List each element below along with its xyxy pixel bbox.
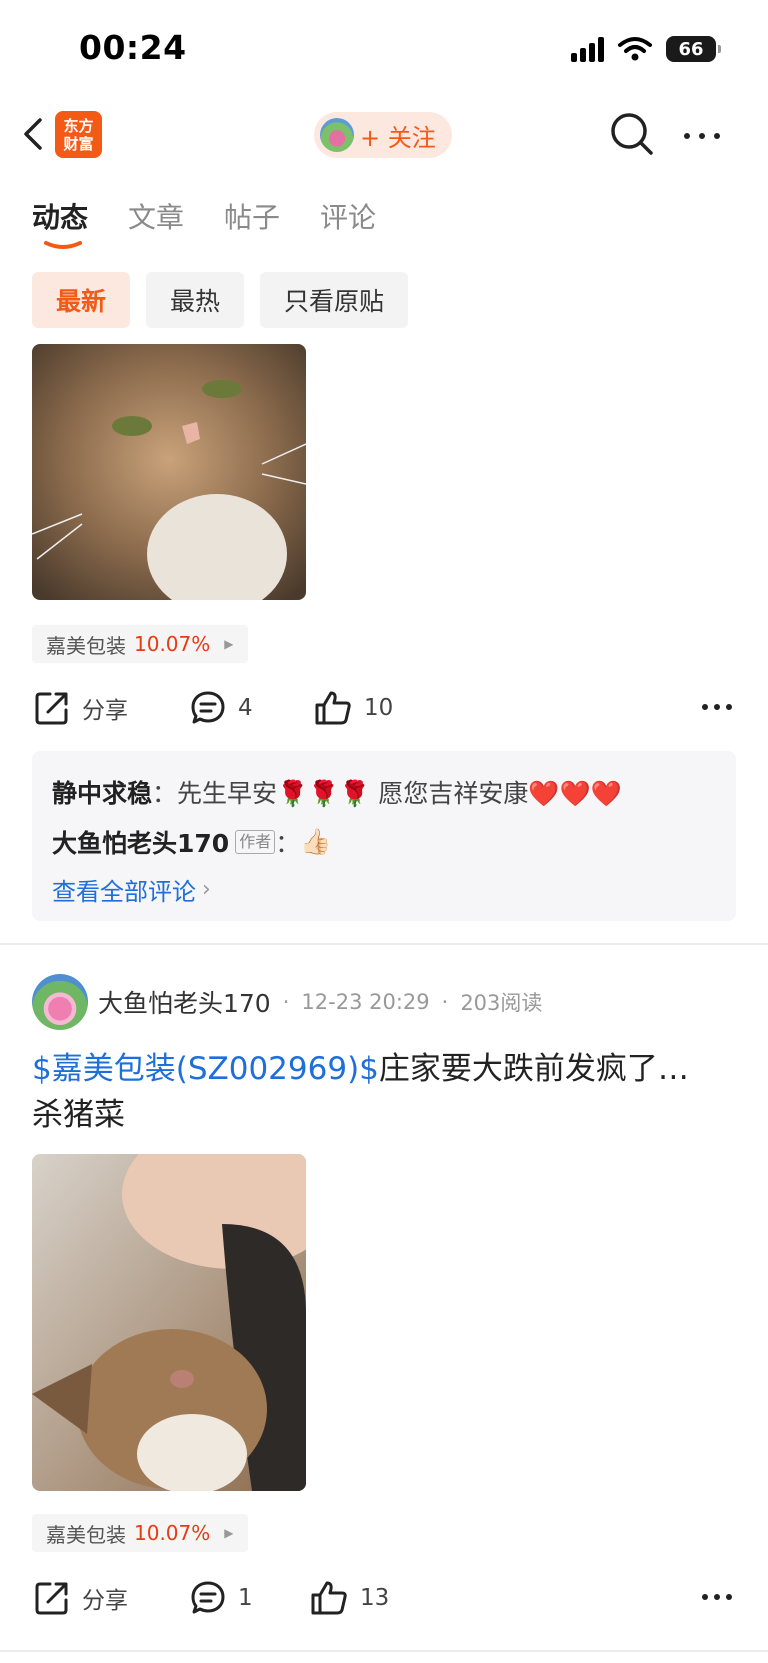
stock-change: 10.07% bbox=[134, 1521, 211, 1545]
more-options-icon[interactable] bbox=[680, 114, 724, 158]
logo-line-2: 财富 bbox=[63, 134, 94, 153]
filter-original-only[interactable]: 只看原贴 bbox=[260, 272, 409, 328]
comment-count: 1 bbox=[238, 1585, 253, 1611]
triangle-right-icon: ▶ bbox=[224, 637, 234, 651]
stock-name: 嘉美包装 bbox=[46, 633, 126, 658]
tab-label: 动态 bbox=[32, 201, 89, 234]
view-all-label: 查看全部评论 bbox=[52, 877, 196, 906]
tab-posts[interactable]: 帖子 bbox=[224, 196, 280, 256]
comment-item: 静中求稳 ： 先生早安🌹🌹🌹 愿您吉祥安康❤️❤️❤️ bbox=[52, 767, 716, 817]
post-divider bbox=[0, 943, 768, 945]
tab-comments[interactable]: 评论 bbox=[320, 196, 376, 256]
chevron-right-icon: › bbox=[202, 876, 211, 902]
post-text-line2: 杀猪菜 bbox=[32, 1097, 125, 1133]
sort-filters: 最新 最热 只看原贴 bbox=[32, 272, 409, 328]
thumbs-up-icon bbox=[315, 691, 351, 725]
status-time: 00:24 bbox=[79, 28, 187, 67]
comment-icon bbox=[191, 1581, 225, 1614]
share-icon bbox=[35, 692, 68, 725]
author-badge: 作者 bbox=[235, 830, 276, 854]
comment-button[interactable]: 4 bbox=[190, 680, 253, 736]
author-name[interactable]: 大鱼怕老头170 bbox=[98, 984, 271, 1020]
search-icon[interactable] bbox=[608, 110, 656, 158]
share-button[interactable]: 分享 bbox=[34, 1570, 128, 1626]
post-divider bbox=[0, 1650, 768, 1652]
share-button[interactable]: 分享 bbox=[34, 680, 128, 736]
status-bar: 00:24 66 bbox=[0, 0, 768, 100]
post-content[interactable]: $嘉美包装(SZ002969)$庄家要大跌前发疯了… 杀猪菜 bbox=[32, 1046, 732, 1138]
post-image-cat[interactable] bbox=[32, 344, 306, 600]
meta-separator: · bbox=[282, 990, 290, 1014]
comment-separator: ： bbox=[152, 779, 178, 808]
view-all-comments-link[interactable]: 查看全部评论 › bbox=[52, 867, 716, 911]
read-count: 203阅读 bbox=[460, 991, 543, 1015]
share-label: 分享 bbox=[82, 698, 128, 724]
comment-preview[interactable]: 静中求稳 ： 先生早安🌹🌹🌹 愿您吉祥安康❤️❤️❤️ 大鱼怕老头170 作者 … bbox=[32, 751, 736, 921]
like-button[interactable]: 10 bbox=[314, 680, 393, 736]
profile-tabs: 动态 文章 帖子 评论 bbox=[32, 196, 376, 256]
comment-text: 先生早安🌹🌹🌹 愿您吉祥安康❤️❤️❤️ bbox=[177, 779, 622, 808]
back-arrow-icon[interactable] bbox=[16, 114, 56, 154]
follow-label: + 关注 bbox=[360, 123, 436, 152]
top-nav-bar: 东方 财富 + 关注 bbox=[0, 100, 768, 172]
comment-separator: ： bbox=[275, 829, 301, 858]
status-icons: 66 bbox=[571, 36, 721, 62]
logo-line-1: 东方 bbox=[63, 116, 94, 135]
like-count: 10 bbox=[364, 695, 394, 721]
commenter-name[interactable]: 静中求稳 bbox=[52, 774, 152, 810]
wifi-icon bbox=[618, 37, 652, 61]
post-actions: 分享 4 10 bbox=[32, 680, 736, 736]
battery-level: 66 bbox=[678, 38, 704, 60]
meta-separator: · bbox=[441, 990, 449, 1014]
tab-label: 评论 bbox=[320, 201, 377, 234]
like-count: 13 bbox=[360, 1585, 390, 1611]
share-icon bbox=[35, 1582, 68, 1615]
tab-label: 帖子 bbox=[224, 201, 281, 234]
filter-latest[interactable]: 最新 bbox=[32, 272, 131, 328]
post-actions: 分享 1 13 bbox=[32, 1570, 736, 1626]
triangle-right-icon: ▶ bbox=[224, 1526, 234, 1540]
comment-button[interactable]: 1 bbox=[190, 1570, 253, 1626]
comment-count: 4 bbox=[238, 695, 253, 721]
comment-icon bbox=[191, 691, 225, 724]
active-tab-indicator bbox=[44, 241, 82, 249]
author-avatar[interactable] bbox=[32, 974, 88, 1030]
commenter-name[interactable]: 大鱼怕老头170 bbox=[52, 824, 229, 860]
follow-button[interactable]: + 关注 bbox=[314, 112, 452, 158]
thumbs-up-icon bbox=[311, 1581, 347, 1615]
post-more-icon[interactable] bbox=[702, 1594, 732, 1600]
post-text-body: 庄家要大跌前发疯了… bbox=[378, 1051, 689, 1087]
filter-hottest[interactable]: 最热 bbox=[146, 272, 245, 328]
cellular-signal-icon bbox=[571, 36, 604, 62]
app-logo[interactable]: 东方 财富 bbox=[55, 111, 102, 158]
stock-link[interactable]: $嘉美包装(SZ002969)$ bbox=[32, 1051, 379, 1087]
like-button[interactable]: 13 bbox=[310, 1570, 389, 1626]
post-more-icon[interactable] bbox=[702, 704, 732, 710]
post-header: 大鱼怕老头170 · 12-23 20:29 · 203阅读 bbox=[32, 973, 542, 1031]
stock-change: 10.07% bbox=[134, 632, 211, 656]
post-time: 12-23 20:29 bbox=[301, 990, 430, 1014]
stock-tag[interactable]: 嘉美包装 10.07% ▶ bbox=[32, 1514, 248, 1552]
tab-articles[interactable]: 文章 bbox=[128, 196, 184, 256]
tab-dynamics[interactable]: 动态 bbox=[32, 196, 88, 256]
battery-icon: 66 bbox=[666, 36, 721, 62]
stock-tag[interactable]: 嘉美包装 10.07% ▶ bbox=[32, 625, 248, 663]
user-avatar bbox=[320, 118, 354, 152]
tab-label: 文章 bbox=[128, 201, 185, 234]
stock-name: 嘉美包装 bbox=[46, 1522, 126, 1547]
share-label: 分享 bbox=[82, 1588, 128, 1614]
comment-text: 👍🏻 bbox=[300, 827, 332, 856]
comment-item: 大鱼怕老头170 作者 ： 👍🏻 bbox=[52, 817, 716, 867]
post-image-cat[interactable] bbox=[32, 1154, 306, 1491]
